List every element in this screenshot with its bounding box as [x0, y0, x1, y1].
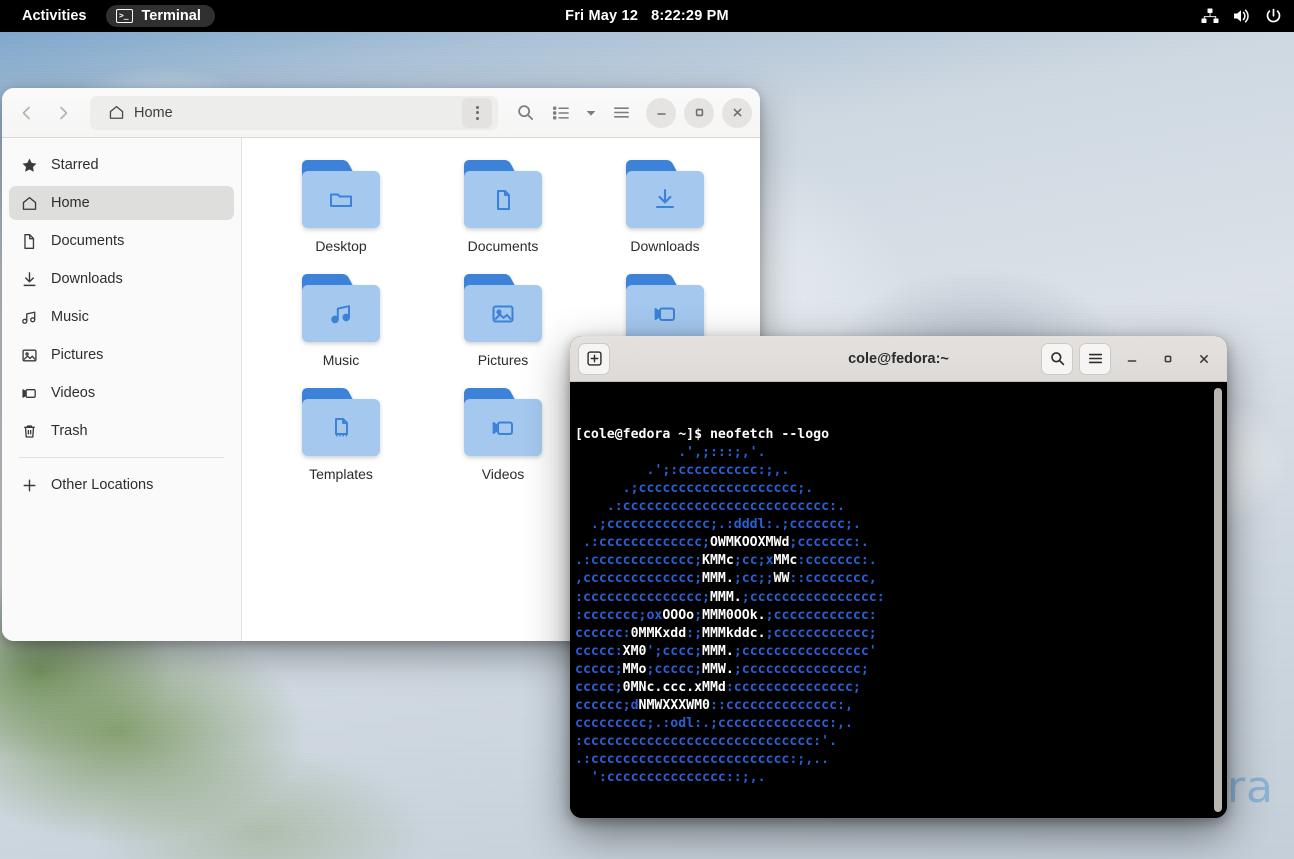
system-tray[interactable]: [1201, 8, 1282, 25]
sidebar-label: Downloads: [51, 271, 123, 287]
clock-date: Fri May 12: [565, 8, 638, 24]
back-icon[interactable]: [10, 96, 44, 130]
main-menu-icon[interactable]: [604, 96, 638, 130]
folder-desktop-icon: [302, 160, 380, 228]
path-options-icon[interactable]: [462, 98, 492, 128]
search-icon[interactable]: [508, 96, 542, 130]
minimize-icon[interactable]: [1117, 344, 1147, 374]
sidebar-divider: [19, 457, 224, 458]
terminal-output-area[interactable]: [cole@fedora ~]$ neofetch --logo .',;:::…: [570, 382, 1227, 818]
file-item-downloads[interactable]: Downloads: [584, 160, 746, 254]
file-label: Templates: [309, 466, 373, 482]
active-app-label: Terminal: [141, 8, 200, 24]
file-label: Pictures: [478, 352, 529, 368]
sidebar-item-starred[interactable]: Starred: [9, 148, 234, 182]
document-icon: [20, 233, 38, 250]
minimize-icon[interactable]: [646, 98, 676, 128]
terminal-scrollbar[interactable]: [1214, 388, 1222, 812]
path-home-button[interactable]: Home: [96, 104, 173, 121]
sidebar-item-downloads[interactable]: Downloads: [9, 262, 234, 296]
sidebar-item-videos[interactable]: Videos: [9, 376, 234, 410]
sidebar-label: Documents: [51, 233, 124, 249]
sidebar-label: Music: [51, 309, 89, 325]
file-label: Downloads: [630, 238, 699, 254]
sidebar-item-documents[interactable]: Documents: [9, 224, 234, 258]
sidebar-item-home[interactable]: Home: [9, 186, 234, 220]
file-label: Music: [323, 352, 360, 368]
folder-templates-icon: [302, 388, 380, 456]
sidebar-label: Pictures: [51, 347, 103, 363]
file-item-templates[interactable]: Templates: [260, 388, 422, 482]
path-bar[interactable]: Home: [90, 96, 498, 130]
file-label: Videos: [482, 466, 525, 482]
sidebar-label: Other Locations: [51, 477, 153, 493]
close-icon[interactable]: [722, 98, 752, 128]
folder-documents-icon: [464, 160, 542, 228]
clock-time: 8:22:29 PM: [651, 8, 729, 24]
home-icon: [20, 195, 38, 212]
wallpaper-watermark: ra: [1227, 762, 1274, 813]
sidebar-label: Starred: [51, 157, 99, 173]
close-icon[interactable]: [1189, 344, 1219, 374]
image-icon: [20, 347, 38, 364]
volume-icon[interactable]: [1233, 8, 1251, 24]
search-icon[interactable]: [1041, 343, 1073, 375]
folder-videos-icon: [464, 388, 542, 456]
terminal-icon: >_: [116, 9, 133, 23]
network-wired-icon[interactable]: [1201, 8, 1219, 24]
new-tab-icon[interactable]: [578, 343, 610, 375]
file-label: Desktop: [315, 238, 366, 254]
list-view-icon[interactable]: [544, 96, 578, 130]
star-icon: [20, 157, 38, 174]
clock[interactable]: Fri May 12 8:22:29 PM: [565, 8, 729, 24]
forward-icon[interactable]: [46, 96, 80, 130]
sidebar-label: Videos: [51, 385, 95, 401]
trash-icon: [20, 423, 38, 440]
video-icon: [20, 385, 38, 402]
sidebar-label: Home: [51, 195, 90, 211]
terminal-header-actions: [1041, 343, 1219, 375]
sidebar-item-trash[interactable]: Trash: [9, 414, 234, 448]
file-item-documents[interactable]: Documents: [422, 160, 584, 254]
active-app-indicator[interactable]: >_ Terminal: [106, 5, 214, 27]
activities-button[interactable]: Activities: [16, 5, 92, 27]
folder-music-icon: [302, 274, 380, 342]
music-icon: [20, 309, 38, 326]
power-icon[interactable]: [1265, 8, 1282, 25]
sidebar-label: Trash: [51, 423, 88, 439]
file-item-desktop[interactable]: Desktop: [260, 160, 422, 254]
sidebar-item-pictures[interactable]: Pictures: [9, 338, 234, 372]
file-item-music[interactable]: Music: [260, 274, 422, 368]
file-item-pictures[interactable]: Pictures: [422, 274, 584, 368]
plus-icon: [20, 477, 38, 494]
view-options-icon[interactable]: [580, 96, 602, 130]
sidebar-item-other-locations[interactable]: Other Locations: [9, 468, 234, 502]
folder-downloads-icon: [626, 160, 704, 228]
path-home-label: Home: [134, 105, 173, 121]
file-manager-sidebar[interactable]: Starred Home Documents Downloads: [2, 138, 242, 641]
gnome-top-bar: Activities >_ Terminal Fri May 12 8:22:2…: [0, 0, 1294, 32]
maximize-icon[interactable]: [1153, 344, 1183, 374]
file-item-videos[interactable]: Videos: [422, 388, 584, 482]
terminal-text: [cole@fedora ~]$ neofetch --logo .',;:::…: [573, 426, 1227, 818]
hamburger-menu-icon[interactable]: [1079, 343, 1111, 375]
download-icon: [20, 271, 38, 288]
maximize-icon[interactable]: [684, 98, 714, 128]
sidebar-item-music[interactable]: Music: [9, 300, 234, 334]
folder-videos-icon: [626, 274, 704, 342]
terminal-header-bar: cole@fedora:~: [570, 336, 1227, 382]
terminal-window[interactable]: cole@fedora:~ [cole@fedora ~]$ neofetch …: [570, 336, 1227, 818]
file-label: Documents: [468, 238, 539, 254]
folder-pictures-icon: [464, 274, 542, 342]
file-manager-header-bar: Home: [2, 88, 760, 138]
